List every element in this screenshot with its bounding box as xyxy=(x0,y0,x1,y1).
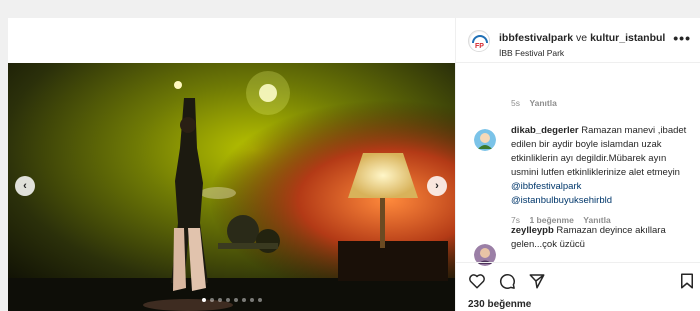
svg-text:FP: FP xyxy=(475,43,484,50)
post-title: ibbfestivalpark ve kultur_istanbul xyxy=(499,32,665,44)
previous-slide-button[interactable]: ‹ xyxy=(15,176,35,196)
comment-username[interactable]: zeylleypb xyxy=(511,225,554,236)
carousel-dot xyxy=(201,298,206,302)
owner-reply-reply-button[interactable]: Yanıtla xyxy=(529,98,556,108)
carousel-dot xyxy=(257,298,262,302)
post-modal: ‹ › FP ibbfestivalpark ve kultur_istanbu… xyxy=(8,18,700,311)
media-top-area xyxy=(8,18,455,63)
carousel-dot xyxy=(249,298,254,302)
carousel-dot xyxy=(233,298,238,302)
comment-avatar[interactable] xyxy=(474,129,496,151)
owner-reply-time: 5s xyxy=(511,98,520,108)
comment-username[interactable]: dikab_degerler xyxy=(511,125,579,136)
heart-icon[interactable] xyxy=(468,272,486,290)
carousel-dots xyxy=(8,298,455,302)
chevron-left-icon: ‹ xyxy=(23,180,27,192)
share-icon[interactable] xyxy=(528,272,546,290)
carousel-dot xyxy=(241,298,246,302)
post-likes-count[interactable]: 230 beğenme xyxy=(468,299,531,310)
comment-icon[interactable] xyxy=(498,272,516,290)
post-header: FP ibbfestivalpark ve kultur_istanbul İB… xyxy=(456,18,700,63)
carousel-dot xyxy=(225,298,230,302)
comment-mention[interactable]: @istanbulbuyuksehirbld xyxy=(511,195,612,206)
festival-logo-icon: FP xyxy=(470,32,489,51)
user-avatar-icon xyxy=(474,129,496,151)
post-media[interactable]: ‹ › xyxy=(8,63,455,311)
carousel-dot xyxy=(209,298,214,302)
chevron-right-icon: › xyxy=(435,180,439,192)
collab-account-name[interactable]: kultur_istanbul xyxy=(590,32,665,44)
account-avatar[interactable]: FP xyxy=(468,30,490,52)
owner-reply-meta: 5s Yanıtla xyxy=(511,98,557,108)
comment-item: dikab_degerler Ramazan manevi ,ibadet ed… xyxy=(511,124,693,208)
concert-photo xyxy=(8,63,455,311)
post-sidebar: FP ibbfestivalpark ve kultur_istanbul İB… xyxy=(455,18,700,311)
post-actions: 230 beğenme xyxy=(456,262,700,311)
comment-item: zeylleypb Ramazan deyince akıllara gelen… xyxy=(511,224,693,260)
more-options-icon[interactable]: ••• xyxy=(673,30,691,46)
collab-connector: ve xyxy=(576,32,588,44)
comment-mention[interactable]: @ibbfestivalpark xyxy=(511,181,581,192)
carousel-dot xyxy=(217,298,222,302)
save-icon[interactable] xyxy=(678,272,696,290)
next-slide-button[interactable]: › xyxy=(427,176,447,196)
location-link[interactable]: İBB Festival Park xyxy=(499,48,564,58)
account-name[interactable]: ibbfestivalpark xyxy=(499,32,573,44)
